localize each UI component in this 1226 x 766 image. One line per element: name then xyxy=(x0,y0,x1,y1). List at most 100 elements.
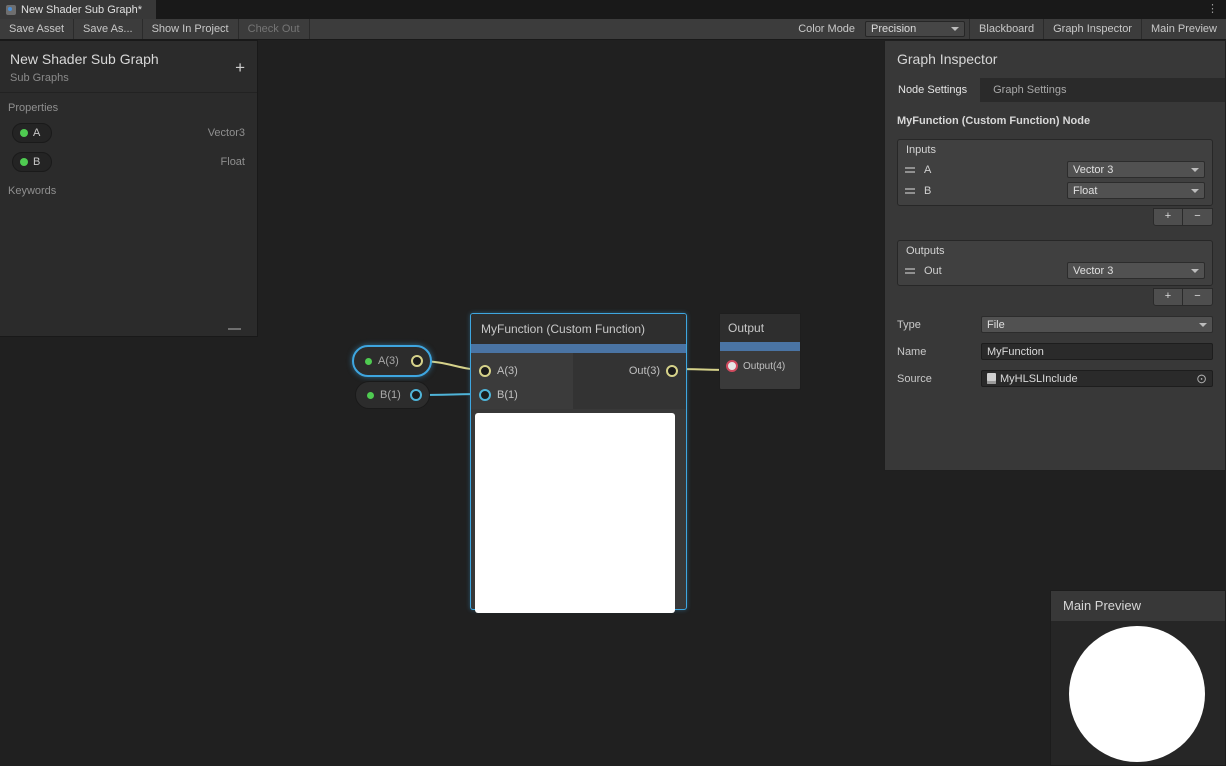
input-port-row-b: B(1) xyxy=(471,383,573,407)
window-tab-bar: New Shader Sub Graph* ⋮ xyxy=(0,0,1226,19)
input-a-type-value: Vector 3 xyxy=(1073,164,1113,176)
inputs-box: Inputs A Vector 3 B Float xyxy=(897,139,1213,206)
output-out-name: Out xyxy=(924,265,942,277)
output-port-row: Output(4) xyxy=(720,351,800,372)
inputs-header: Inputs xyxy=(898,140,1212,159)
toolbar-spacer xyxy=(310,19,793,39)
add-property-button[interactable]: + xyxy=(235,59,245,76)
source-object-field[interactable]: MyHLSLInclude ⊙ xyxy=(981,370,1213,387)
input-b-type-dropdown[interactable]: Float xyxy=(1067,182,1205,199)
blackboard-toggle-button[interactable]: Blackboard xyxy=(969,19,1043,39)
name-input-value: MyFunction xyxy=(987,346,1044,358)
output-out-type-value: Vector 3 xyxy=(1073,265,1113,277)
precision-dropdown[interactable]: Precision xyxy=(865,21,965,37)
input-a-type-dropdown[interactable]: Vector 3 xyxy=(1067,161,1205,178)
myfunction-node-title[interactable]: MyFunction (Custom Function) xyxy=(471,314,686,344)
node-settings-heading: MyFunction (Custom Function) Node xyxy=(885,102,1225,139)
object-picker-icon[interactable]: ⊙ xyxy=(1196,372,1207,385)
property-color-dot xyxy=(365,358,372,365)
chevron-down-icon xyxy=(1191,168,1199,172)
check-out-button: Check Out xyxy=(239,19,310,39)
property-node-b-label: B(1) xyxy=(380,389,401,401)
node-accent-bar xyxy=(471,344,686,353)
property-node-a-label: A(3) xyxy=(378,355,399,367)
tab-new-shader-sub-graph[interactable]: New Shader Sub Graph* xyxy=(0,0,156,19)
preview-sphere xyxy=(1069,626,1205,762)
blackboard-title: New Shader Sub Graph xyxy=(0,41,257,67)
tab-graph-settings[interactable]: Graph Settings xyxy=(980,78,1079,102)
outputs-header: Outputs xyxy=(898,241,1212,260)
overflow-menu-icon[interactable]: ⋮ xyxy=(1199,0,1226,19)
drag-handle-icon[interactable] xyxy=(905,167,915,173)
output-port-label: Output(4) xyxy=(743,361,785,372)
drag-handle-icon[interactable] xyxy=(905,268,915,274)
node-accent-bar xyxy=(720,342,800,351)
hlsl-file-icon xyxy=(987,373,996,384)
property-node-a[interactable]: A(3) xyxy=(352,345,432,377)
add-output-button[interactable]: + xyxy=(1154,289,1183,305)
property-pill-b[interactable]: B xyxy=(12,152,52,172)
property-pill-a[interactable]: A xyxy=(12,123,52,143)
precision-dropdown-value: Precision xyxy=(871,23,916,35)
output-port-row-out: Out(3) xyxy=(621,359,686,383)
blackboard-resize-handle[interactable] xyxy=(228,328,241,330)
save-asset-button[interactable]: Save Asset xyxy=(0,19,74,39)
show-in-project-button[interactable]: Show In Project xyxy=(143,19,239,39)
output-node[interactable]: Output Output(4) xyxy=(719,313,801,390)
add-input-button[interactable]: + xyxy=(1154,209,1183,225)
main-preview-viewport[interactable] xyxy=(1051,621,1225,765)
shader-graph-window: New Shader Sub Graph* ⋮ Save Asset Save … xyxy=(0,0,1226,766)
input-port-row-a: A(3) xyxy=(471,359,573,383)
tab-node-settings[interactable]: Node Settings xyxy=(885,78,980,102)
myfunction-inputs-column: A(3) B(1) xyxy=(471,353,573,409)
port-output-input[interactable] xyxy=(726,360,738,372)
property-a-type: Vector3 xyxy=(208,127,245,139)
property-node-b[interactable]: B(1) xyxy=(355,381,430,409)
port-output-out[interactable] xyxy=(666,365,678,377)
property-color-dot xyxy=(367,392,374,399)
property-b-name: B xyxy=(33,156,40,168)
type-dropdown[interactable]: File xyxy=(981,316,1213,333)
properties-section-label: Properties xyxy=(0,93,257,118)
chevron-down-icon xyxy=(951,27,959,31)
inputs-row-a: A Vector 3 xyxy=(898,159,1212,180)
name-input[interactable]: MyFunction xyxy=(981,343,1213,360)
port-property-a-output[interactable] xyxy=(411,355,423,367)
keywords-section-label: Keywords xyxy=(0,176,257,201)
remove-input-button[interactable]: − xyxy=(1183,209,1212,225)
port-input-b[interactable] xyxy=(479,389,491,401)
blackboard-property-row[interactable]: B Float xyxy=(0,147,257,176)
toolbar: Save Asset Save As... Show In Project Ch… xyxy=(0,19,1226,40)
node-preview-surface xyxy=(475,413,675,613)
port-input-a[interactable] xyxy=(479,365,491,377)
source-label: Source xyxy=(897,373,981,385)
inputs-add-remove: + − xyxy=(1153,208,1213,226)
input-a-label: A(3) xyxy=(497,365,518,377)
shader-graph-icon xyxy=(6,5,16,15)
outputs-box: Outputs Out Vector 3 xyxy=(897,240,1213,286)
outputs-add-remove-row: + − xyxy=(885,288,1225,306)
property-color-dot xyxy=(20,158,28,166)
input-b-label: B(1) xyxy=(497,389,518,401)
save-as-button[interactable]: Save As... xyxy=(74,19,143,39)
inspector-tabs: Node Settings Graph Settings xyxy=(885,78,1225,102)
name-field-row: Name MyFunction xyxy=(897,343,1213,360)
inputs-row-b: B Float xyxy=(898,180,1212,201)
drag-handle-icon[interactable] xyxy=(905,188,915,194)
main-preview-toggle-button[interactable]: Main Preview xyxy=(1141,19,1226,39)
myfunction-node[interactable]: MyFunction (Custom Function) A(3) B(1) O… xyxy=(470,313,687,610)
blackboard-subtitle: Sub Graphs xyxy=(0,67,257,93)
chevron-down-icon xyxy=(1191,189,1199,193)
type-label: Type xyxy=(897,319,981,331)
color-mode-label: Color Mode xyxy=(792,19,861,39)
port-property-b-output[interactable] xyxy=(410,389,422,401)
graph-inspector-toggle-button[interactable]: Graph Inspector xyxy=(1043,19,1141,39)
output-out-type-dropdown[interactable]: Vector 3 xyxy=(1067,262,1205,279)
outputs-add-remove: + − xyxy=(1153,288,1213,306)
type-field-row: Type File xyxy=(897,316,1213,333)
output-node-title[interactable]: Output xyxy=(720,314,800,342)
graph-inspector-panel: Graph Inspector Node Settings Graph Sett… xyxy=(884,40,1226,471)
remove-output-button[interactable]: − xyxy=(1183,289,1212,305)
blackboard-property-row[interactable]: A Vector3 xyxy=(0,118,257,147)
property-b-type: Float xyxy=(221,156,245,168)
